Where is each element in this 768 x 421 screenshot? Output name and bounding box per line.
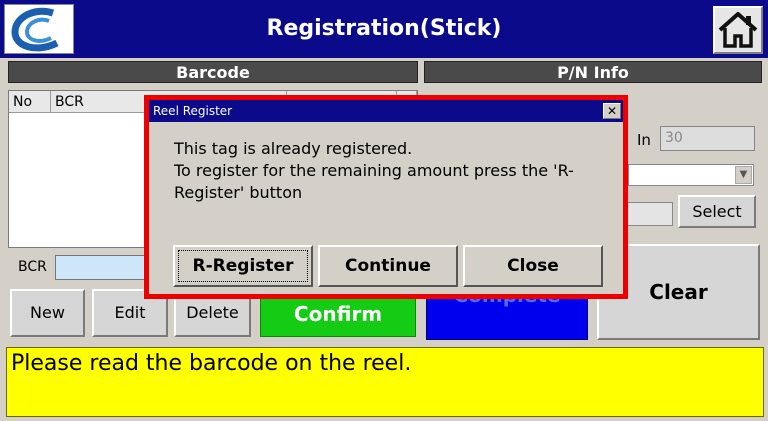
r-register-button[interactable]: R-Register <box>173 245 313 287</box>
in-quantity-field[interactable]: 30 <box>660 126 755 151</box>
column-header-no: No <box>9 91 51 113</box>
home-button[interactable] <box>713 6 763 54</box>
dialog-message-line1: This tag is already registered. <box>174 139 413 158</box>
bcr-label: BCR <box>18 259 47 275</box>
dialog-close-button[interactable]: Close <box>463 245 603 287</box>
close-icon[interactable]: ✕ <box>603 103 621 119</box>
home-icon <box>718 12 758 48</box>
dialog-message: This tag is already registered. To regis… <box>174 138 604 204</box>
pn-select-dropdown[interactable]: ▼ <box>628 164 754 186</box>
title-bar: Registration(Stick) <box>0 0 768 58</box>
chevron-down-icon[interactable]: ▼ <box>735 166 752 184</box>
status-message: Please read the barcode on the reel. <box>6 347 764 417</box>
select-input-field[interactable] <box>625 202 673 226</box>
barcode-panel-header: Barcode <box>8 61 418 83</box>
dialog-title: Reel Register <box>149 100 623 122</box>
pn-info-panel-header: P/N Info <box>424 61 762 83</box>
continue-button[interactable]: Continue <box>318 245 458 287</box>
in-label: In <box>637 131 651 149</box>
dialog-message-line2: To register for the remaining amount pre… <box>174 161 574 202</box>
reel-register-dialog: Reel Register ✕ This tag is already regi… <box>144 95 628 299</box>
select-button[interactable]: Select <box>678 195 756 228</box>
new-button[interactable]: New <box>10 289 85 337</box>
page-title: Registration(Stick) <box>266 16 502 41</box>
